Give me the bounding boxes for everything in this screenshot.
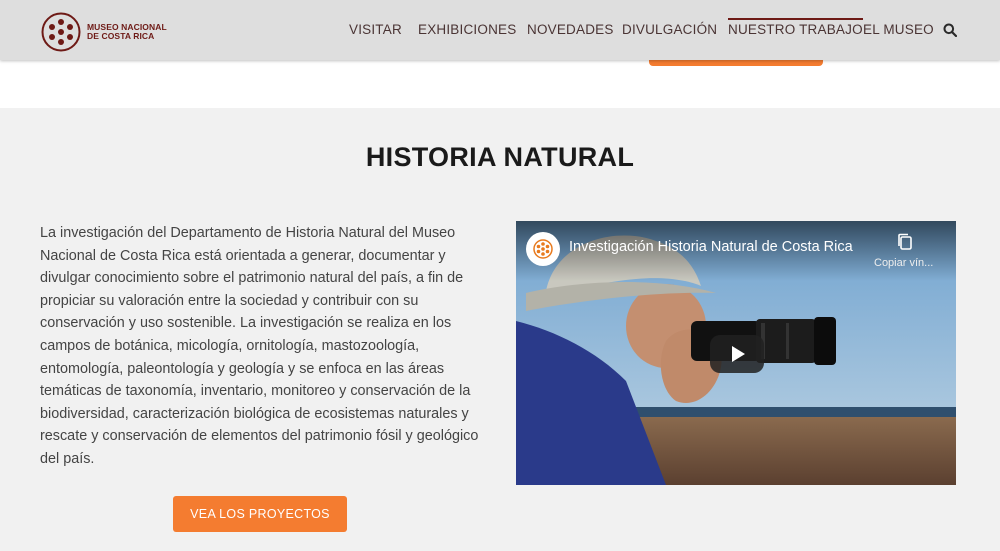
nav-item-exhibiciones[interactable]: EXHIBICIONES bbox=[418, 22, 516, 37]
section-title: HISTORIA NATURAL bbox=[365, 142, 635, 172]
video-title[interactable]: Investigación Historia Natural de Costa … bbox=[569, 239, 853, 255]
channel-logo-icon bbox=[533, 239, 553, 259]
copy-link-label[interactable]: Copiar vín... bbox=[874, 257, 933, 269]
copy-icon[interactable] bbox=[896, 233, 914, 251]
channel-avatar[interactable] bbox=[526, 232, 560, 266]
nav-item-nuestro-trabajo[interactable]: NUESTRO TRABAJO bbox=[728, 18, 863, 37]
nav-item-novedades[interactable]: NOVEDADES bbox=[527, 22, 614, 37]
previous-section-strip bbox=[0, 60, 1000, 108]
view-projects-button[interactable]: VEA LOS PROYECTOS bbox=[173, 496, 347, 532]
play-icon[interactable] bbox=[710, 335, 764, 373]
main-nav: VISITAR EXHIBICIONES NOVEDADES DIVULGACI… bbox=[0, 0, 1000, 60]
section-description: La investigación del Departamento de His… bbox=[40, 225, 479, 467]
site-header: MUSEO NACIONAL DE COSTA RICA VISITAR EXH… bbox=[0, 0, 1000, 60]
previous-button-edge[interactable] bbox=[649, 60, 823, 66]
nav-item-el-museo[interactable]: EL MUSEO bbox=[863, 22, 934, 37]
nav-item-visitar[interactable]: VISITAR bbox=[349, 22, 402, 37]
video-player[interactable]: Investigación Historia Natural de Costa … bbox=[516, 221, 956, 485]
search-icon[interactable] bbox=[943, 23, 957, 37]
nav-item-divulgacion[interactable]: DIVULGACIÓN bbox=[622, 22, 717, 37]
